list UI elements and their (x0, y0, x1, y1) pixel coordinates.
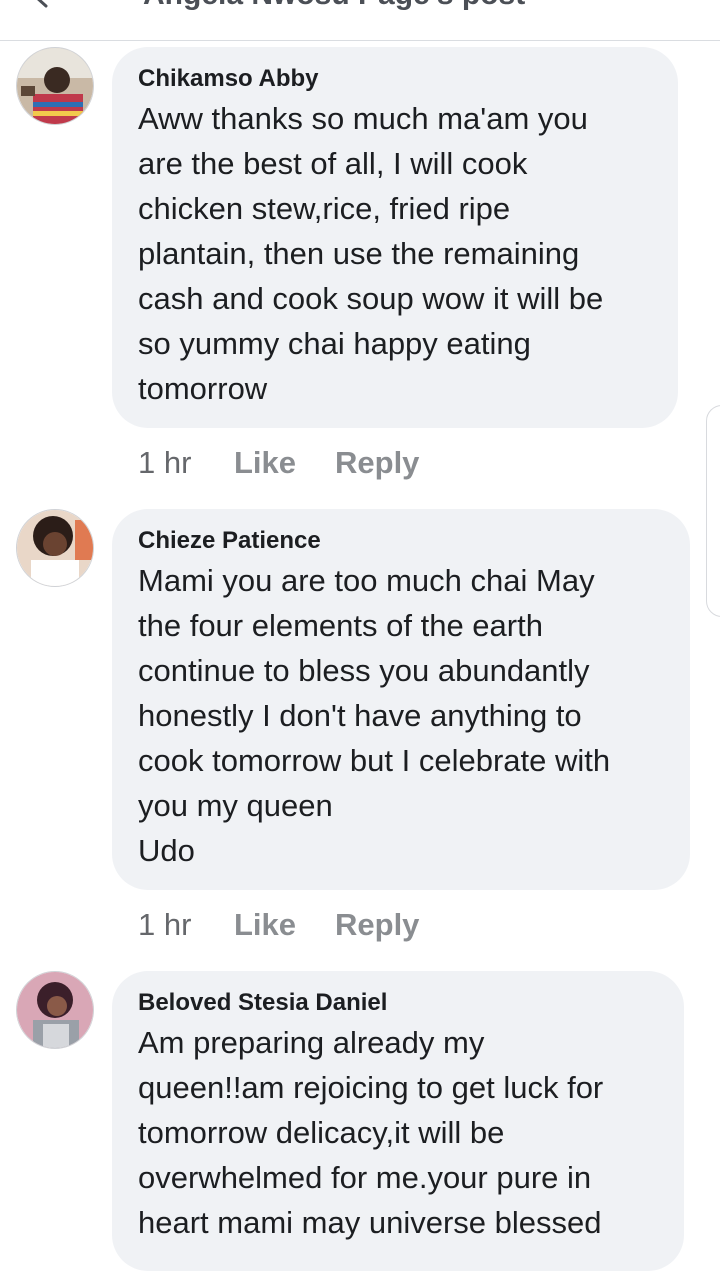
like-button[interactable]: Like (234, 907, 296, 943)
comment-text: Am preparing already my queen!!am rejoic… (138, 1025, 604, 1240)
reply-button[interactable]: Reply (335, 445, 419, 481)
comment-author[interactable]: Chikamso Abby (138, 65, 652, 93)
back-arrow-icon[interactable] (30, 0, 52, 8)
comment-bubble: Chikamso Abby Aww thanks so much ma'am y… (112, 47, 678, 428)
profile-photo-icon (17, 510, 93, 586)
profile-photo-icon (17, 48, 93, 124)
comment-author[interactable]: Beloved Stesia Daniel (138, 989, 658, 1017)
post-title: Angela Nwosu Page's post (143, 0, 525, 12)
top-bar: Angela Nwosu Page's post (0, 0, 720, 41)
avatar[interactable] (16, 971, 94, 1049)
comment-bubble: Beloved Stesia Daniel Am preparing alrea… (112, 971, 684, 1271)
comment-text: Aww thanks so much ma'am you are the bes… (138, 101, 604, 406)
comment-author[interactable]: Chieze Patience (138, 527, 664, 555)
profile-photo-icon (17, 972, 93, 1048)
comment-text: Mami you are too much chai May the four … (138, 563, 611, 868)
comment-time[interactable]: 1 hr (138, 445, 191, 481)
like-button[interactable]: Like (234, 445, 296, 481)
avatar[interactable] (16, 47, 94, 125)
side-panel-edge (706, 405, 720, 617)
comment-bubble: Chieze Patience Mami you are too much ch… (112, 509, 690, 890)
comment-time[interactable]: 1 hr (138, 907, 191, 943)
reply-button[interactable]: Reply (335, 907, 419, 943)
avatar[interactable] (16, 509, 94, 587)
